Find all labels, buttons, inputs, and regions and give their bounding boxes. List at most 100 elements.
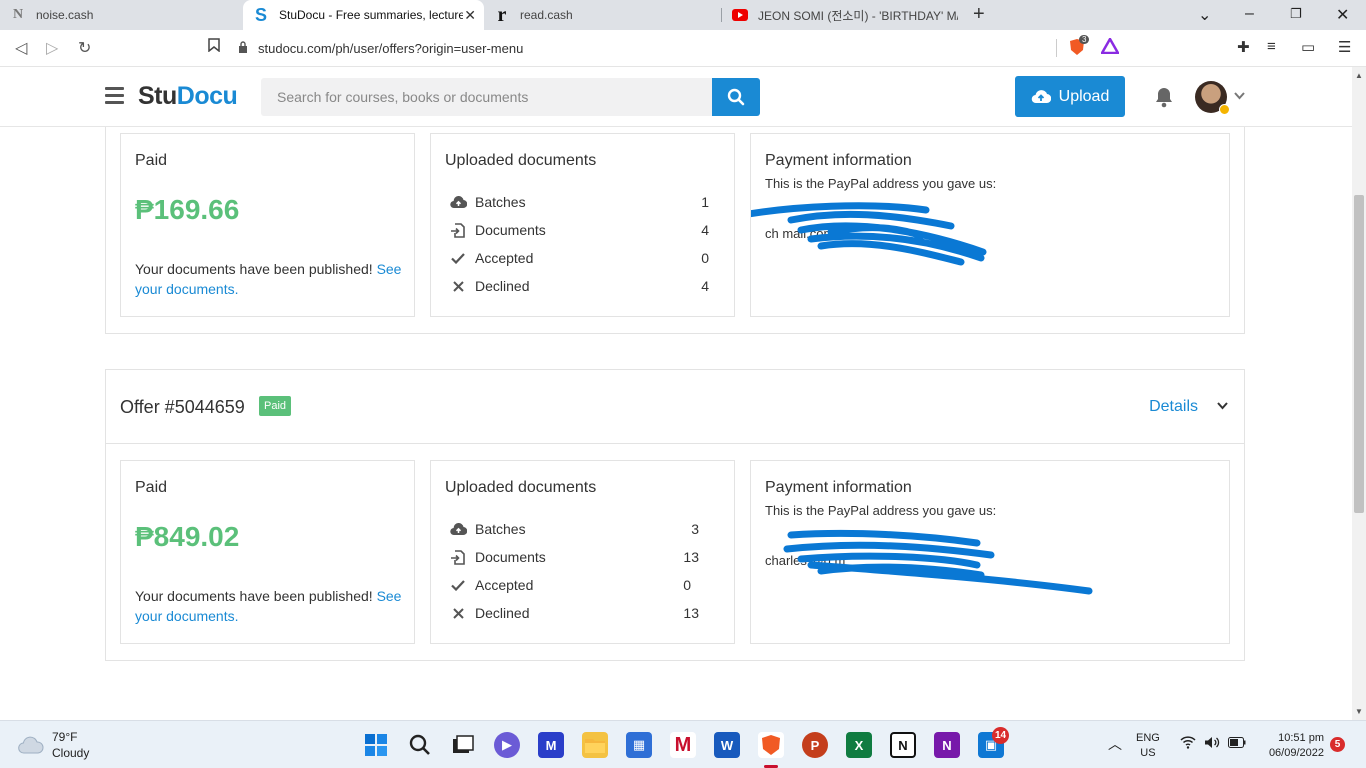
youtube-icon xyxy=(732,7,748,23)
forward-icon[interactable]: ▷ xyxy=(46,38,58,58)
search-input[interactable] xyxy=(261,78,713,116)
task-view-icon[interactable] xyxy=(450,732,476,758)
stat-declined: Declined 13 xyxy=(449,603,699,623)
published-message: Your documents have been published! See … xyxy=(135,261,402,297)
chevron-down-icon[interactable] xyxy=(1234,89,1245,103)
close-window-icon[interactable]: ✕ xyxy=(1336,5,1349,25)
uploaded-documents-card: Uploaded documents Batches 1 Documents 4… xyxy=(430,133,735,317)
uploaded-documents-card: Uploaded documents Batches 3 Documents 1… xyxy=(430,460,735,644)
status-badge: Paid xyxy=(259,396,292,416)
wifi-icon[interactable] xyxy=(1180,736,1196,752)
offer-title: Offer #5044659 xyxy=(120,397,245,417)
search-icon[interactable] xyxy=(407,732,433,758)
brave-shield-icon[interactable]: 3 xyxy=(1068,35,1090,60)
browser-tab-bar: N noise.cash S StuDocu - Free summaries,… xyxy=(0,0,1366,30)
temperature: 79°F xyxy=(52,730,78,744)
paid-heading: Paid xyxy=(135,152,168,169)
upload-button[interactable]: Upload xyxy=(1015,76,1125,117)
redaction-scribble xyxy=(783,529,1093,595)
offer-section-2: Offer #5044659 Paid Details Paid ₱849.02… xyxy=(105,369,1245,661)
reload-icon[interactable]: ↻ xyxy=(78,38,91,58)
paid-heading: Paid xyxy=(135,479,168,496)
chevron-up-icon[interactable]: ︿ xyxy=(1108,737,1122,752)
uploaded-documents-heading: Uploaded documents xyxy=(445,479,597,496)
battery-icon[interactable] xyxy=(1228,737,1246,753)
stat-accepted: Accepted 0 xyxy=(449,575,699,595)
noise-cash-icon: N xyxy=(12,7,24,22)
scroll-up-icon[interactable]: ▲ xyxy=(1355,71,1363,80)
windows-start-icon[interactable] xyxy=(363,732,389,758)
notification-count-badge[interactable]: 5 xyxy=(1330,737,1345,752)
microsoft-store-icon[interactable]: ▦ xyxy=(626,732,652,758)
check-icon xyxy=(449,252,467,264)
volume-icon[interactable] xyxy=(1204,736,1220,754)
file-explorer-icon[interactable] xyxy=(582,732,608,758)
stat-documents: Documents 13 xyxy=(449,547,699,567)
x-icon xyxy=(449,280,467,292)
mcafee-icon[interactable]: M xyxy=(670,732,696,758)
payment-information-card: Payment information This is the PayPal a… xyxy=(750,460,1230,644)
minimize-icon[interactable]: – xyxy=(1245,5,1254,23)
close-icon[interactable]: ✕ xyxy=(464,7,476,24)
onenote-icon[interactable]: N xyxy=(934,732,960,758)
tab-read-cash[interactable]: r read.cash xyxy=(484,0,720,30)
notion-icon[interactable]: N xyxy=(890,732,916,758)
chevron-down-icon[interactable] xyxy=(1217,398,1228,413)
cloud-upload-icon xyxy=(449,522,467,536)
chevron-down-icon[interactable]: ⌄ xyxy=(1198,5,1211,25)
extensions-icon[interactable]: ✚ xyxy=(1237,38,1250,56)
wallet-icon[interactable]: ▭ xyxy=(1301,38,1315,56)
word-icon[interactable]: W xyxy=(714,732,740,758)
menu-icon[interactable]: ☰ xyxy=(1338,38,1351,56)
paid-amount: ₱849.02 xyxy=(135,521,240,552)
avatar-badge xyxy=(1219,104,1230,115)
url-divider xyxy=(1056,39,1057,57)
file-import-icon xyxy=(449,222,467,238)
studocu-icon: S xyxy=(254,4,267,25)
payment-information-card: Payment information This is the PayPal a… xyxy=(750,133,1230,317)
search-button[interactable] xyxy=(712,78,760,116)
chat-icon[interactable]: ▶ xyxy=(494,732,520,758)
bell-icon[interactable] xyxy=(1154,87,1174,113)
scroll-down-icon[interactable]: ▼ xyxy=(1355,707,1363,716)
playlist-icon[interactable]: ≡ xyxy=(1267,38,1276,55)
windows-taskbar: 79°F Cloudy ▶ M ▦ M W P X N N ▣ 14 ︿ ENG… xyxy=(0,720,1366,768)
paid-card: Paid ₱169.66 Your documents have been pu… xyxy=(120,133,415,317)
cloud-icon xyxy=(18,736,44,754)
clock[interactable]: 10:51 pm 06/09/2022 xyxy=(1258,731,1324,761)
check-icon xyxy=(449,579,467,591)
restore-icon[interactable]: ❐ xyxy=(1290,6,1302,22)
paid-card: Paid ₱849.02 Your documents have been pu… xyxy=(120,460,415,644)
weather-widget[interactable]: 79°F Cloudy xyxy=(18,729,89,761)
address-bar: ◁ ▷ ↻ studocu.com/ph/user/offers?origin=… xyxy=(0,30,1366,67)
powerpoint-icon[interactable]: P xyxy=(802,732,828,758)
tab-youtube[interactable]: JEON SOMI (전소미) - 'BIRTHDAY' M/V xyxy=(722,0,962,30)
weather-condition: Cloudy xyxy=(52,746,90,760)
brave-browser-icon[interactable] xyxy=(758,732,784,758)
brave-rewards-icon[interactable] xyxy=(1099,36,1121,58)
site-header: StuDocu Upload xyxy=(0,67,1352,127)
hamburger-menu-icon[interactable] xyxy=(105,87,124,104)
stat-batches: Batches 1 xyxy=(449,192,709,212)
new-tab-plus-icon[interactable]: + xyxy=(973,3,985,26)
app-notification-badge: 14 xyxy=(992,727,1009,744)
file-import-icon xyxy=(449,549,467,565)
cloud-upload-icon xyxy=(449,195,467,209)
search-icon xyxy=(727,88,745,106)
back-icon[interactable]: ◁ xyxy=(15,38,27,58)
details-link[interactable]: Details xyxy=(1149,398,1198,416)
messenger-app-icon[interactable]: M xyxy=(538,732,564,758)
tab-noise-cash[interactable]: N noise.cash xyxy=(0,0,242,30)
scrollbar-thumb[interactable] xyxy=(1354,195,1364,513)
bookmark-icon[interactable] xyxy=(208,38,220,57)
studocu-logo[interactable]: StuDocu xyxy=(138,82,238,111)
url-field[interactable]: studocu.com/ph/user/offers?origin=user-m… xyxy=(238,34,1134,62)
page-scrollbar[interactable]: ▲ ▼ xyxy=(1352,67,1366,720)
excel-icon[interactable]: X xyxy=(846,732,872,758)
paid-amount: ₱169.66 xyxy=(135,194,240,225)
published-message: Your documents have been published! See … xyxy=(135,588,402,624)
offer-section-1: Paid ₱169.66 Your documents have been pu… xyxy=(105,127,1245,334)
language-indicator[interactable]: ENG US xyxy=(1136,731,1160,761)
tab-studocu[interactable]: S StuDocu - Free summaries, lecture ✕ xyxy=(243,0,484,30)
offer-header: Offer #5044659 Paid Details xyxy=(106,370,1244,444)
